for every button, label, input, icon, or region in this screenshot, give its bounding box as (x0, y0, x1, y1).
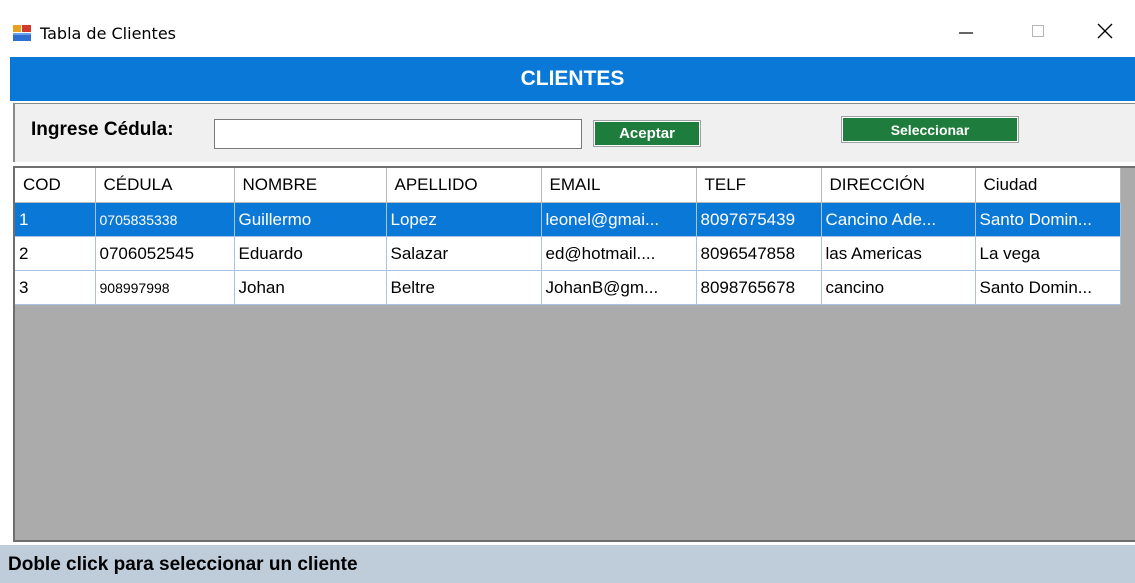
aceptar-button[interactable]: Aceptar (593, 120, 701, 147)
cell-cedula[interactable]: 0706052545 (95, 236, 235, 271)
cell-email[interactable]: leonel@gmai... (541, 202, 697, 237)
table-row[interactable]: 1 0705835338 Guillermo Lopez leonel@gmai… (15, 202, 1121, 237)
window-title: Tabla de Clientes (40, 24, 177, 43)
cell-telf[interactable]: 8098765678 (696, 270, 822, 305)
header-title: CLIENTES (520, 67, 625, 90)
cell-direccion[interactable]: Cancino Ade... (821, 202, 976, 237)
close-button[interactable] (1077, 15, 1133, 51)
cell-cod[interactable]: 3 (15, 270, 96, 305)
column-header-apellido[interactable]: APELLIDO (386, 168, 542, 203)
cell-nombre[interactable]: Eduardo (234, 236, 387, 271)
minimize-button[interactable] (938, 15, 994, 51)
clientes-header: CLIENTES (10, 57, 1135, 101)
search-panel: Ingrese Cédula: Aceptar Seleccionar (13, 103, 1135, 162)
windows-form-icon (13, 24, 33, 42)
status-bar: Doble click para seleccionar un cliente (0, 545, 1135, 583)
table-row[interactable]: 3 908997998 Johan Beltre JohanB@gm... 80… (15, 270, 1121, 305)
cell-cedula[interactable]: 908997998 (95, 270, 235, 305)
cell-apellido[interactable]: Salazar (386, 236, 542, 271)
minimize-icon (958, 23, 974, 44)
cell-email[interactable]: ed@hotmail.... (541, 236, 697, 271)
cell-apellido[interactable]: Beltre (386, 270, 542, 305)
cell-apellido[interactable]: Lopez (386, 202, 542, 237)
column-header-nombre[interactable]: NOMBRE (234, 168, 387, 203)
close-icon (1096, 22, 1114, 45)
clients-grid[interactable]: COD CÉDULA NOMBRE APELLIDO EMAIL TELF DI… (13, 166, 1135, 542)
cedula-label: Ingrese Cédula: (31, 119, 174, 140)
column-header-email[interactable]: EMAIL (541, 168, 697, 203)
table-row[interactable]: 2 0706052545 Eduardo Salazar ed@hotmail.… (15, 236, 1121, 271)
cedula-input[interactable] (214, 119, 582, 149)
maximize-button[interactable] (1010, 15, 1066, 51)
column-header-cedula[interactable]: CÉDULA (95, 168, 235, 203)
column-header-cod[interactable]: COD (15, 168, 96, 203)
cell-cod[interactable]: 2 (15, 236, 96, 271)
table-header-row: COD CÉDULA NOMBRE APELLIDO EMAIL TELF DI… (15, 168, 1121, 203)
column-header-ciudad[interactable]: Ciudad (975, 168, 1121, 203)
maximize-icon (1030, 23, 1046, 44)
column-header-direccion[interactable]: DIRECCIÓN (821, 168, 976, 203)
clients-table: COD CÉDULA NOMBRE APELLIDO EMAIL TELF DI… (15, 168, 1121, 305)
cell-cod[interactable]: 1 (15, 202, 96, 237)
cell-nombre[interactable]: Guillermo (234, 202, 387, 237)
cell-telf[interactable]: 8096547858 (696, 236, 822, 271)
column-header-telf[interactable]: TELF (696, 168, 822, 203)
cell-ciudad[interactable]: La vega (975, 236, 1121, 271)
app-window: Tabla de Clientes CLIENTES Ingrese Cédul… (0, 0, 1135, 583)
cell-direccion[interactable]: las Americas (821, 236, 976, 271)
cell-nombre[interactable]: Johan (234, 270, 387, 305)
seleccionar-button[interactable]: Seleccionar (841, 116, 1019, 143)
status-text: Doble click para seleccionar un cliente (8, 554, 358, 575)
cell-direccion[interactable]: cancino (821, 270, 976, 305)
cell-ciudad[interactable]: Santo Domin... (975, 202, 1121, 237)
cell-telf[interactable]: 8097675439 (696, 202, 822, 237)
cell-email[interactable]: JohanB@gm... (541, 270, 697, 305)
title-bar[interactable]: Tabla de Clientes (0, 0, 1135, 57)
cell-ciudad[interactable]: Santo Domin... (975, 270, 1121, 305)
cell-cedula[interactable]: 0705835338 (95, 202, 235, 237)
